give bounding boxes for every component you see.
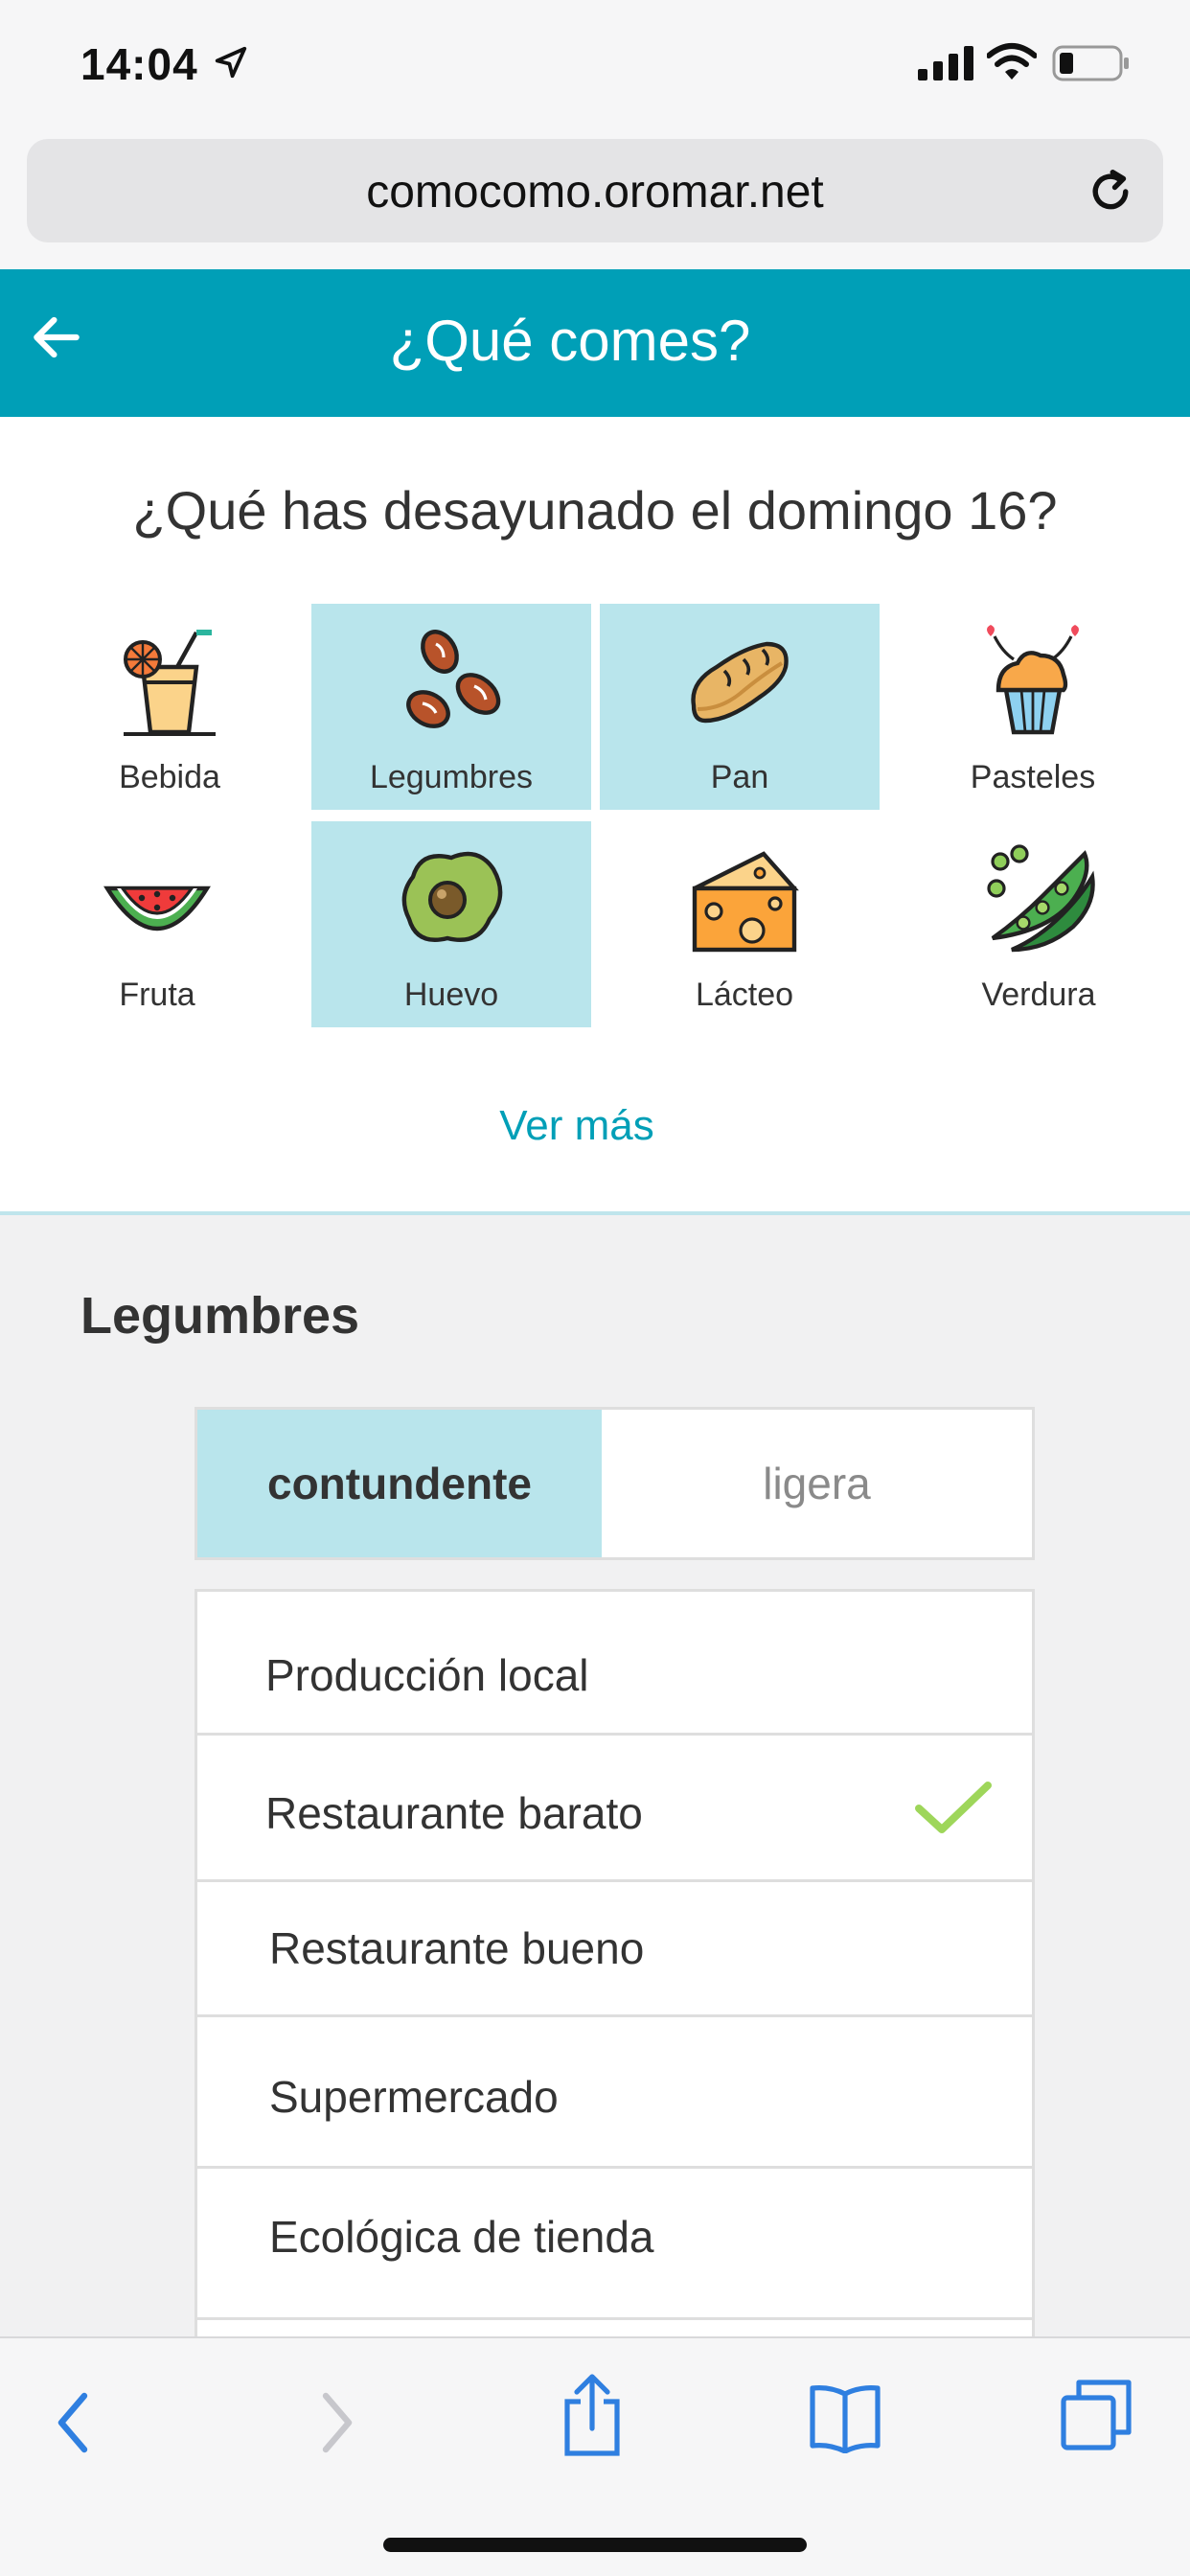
option-row[interactable]: Supermercado <box>197 2017 1032 2169</box>
food-label: Legumbres <box>369 759 534 795</box>
food-tile-verdura[interactable]: Verdura <box>899 821 1179 1027</box>
watermelon-icon <box>103 886 211 931</box>
food-tile-pasteles[interactable]: Pasteles <box>893 604 1173 810</box>
option-label: Producción local <box>265 1650 589 1700</box>
option-label: Restaurante barato <box>265 1788 643 1838</box>
home-indicator[interactable] <box>383 2538 807 2552</box>
share-icon[interactable] <box>561 2371 623 2457</box>
food-label: Fruta <box>119 977 195 1013</box>
beans-icon <box>406 630 501 728</box>
section-title: Legumbres <box>80 1287 360 1345</box>
food-label: Verdura <box>981 977 1096 1013</box>
option-row[interactable]: Restaurante bueno <box>197 1882 1032 2017</box>
forward-chevron-icon[interactable] <box>318 2392 356 2453</box>
cellular-signal-icon <box>918 46 973 80</box>
option-label: Restaurante bueno <box>269 1923 645 1973</box>
status-bar: 14:04 <box>0 0 1190 129</box>
source-options-list: Producción local Restaurante barato Rest… <box>195 1589 1035 2336</box>
check-icon <box>915 1782 992 1833</box>
url-text[interactable]: comocomo.oromar.net <box>27 166 1163 218</box>
question-text: ¿Qué has desayunado el domingo 16? <box>132 480 1058 540</box>
food-tile-fruta[interactable]: Fruta <box>17 821 297 1027</box>
peas-icon <box>987 844 1095 953</box>
address-bar[interactable]: comocomo.oromar.net <box>27 139 1163 242</box>
bookmarks-icon[interactable] <box>807 2382 883 2453</box>
portion-toggle: contundente ligera <box>195 1407 1035 1560</box>
battery-icon <box>1052 45 1129 81</box>
option-row[interactable]: Producción local <box>197 1592 1032 1736</box>
page-title: ¿Qué comes? <box>389 309 751 373</box>
food-tile-huevo[interactable]: Huevo <box>311 821 591 1027</box>
food-tile-lacteo[interactable]: Lácteo <box>605 821 884 1027</box>
back-chevron-icon[interactable] <box>54 2392 92 2453</box>
food-tile-bebida[interactable]: Bebida <box>30 604 309 810</box>
option-label: Supermercado <box>269 2072 559 2122</box>
app-header: ¿Qué comes? <box>0 269 1190 417</box>
food-label: Huevo <box>403 977 499 1013</box>
option-label: Ecológica de tienda <box>269 2212 654 2262</box>
egg-icon <box>401 851 503 942</box>
toggle-contundente[interactable]: contundente <box>197 1410 602 1557</box>
status-time: 14:04 <box>80 39 198 89</box>
wifi-icon <box>987 43 1037 80</box>
food-label: Pan <box>710 759 769 795</box>
toggle-ligera[interactable]: ligera <box>602 1410 1032 1557</box>
food-label: Bebida <box>119 759 220 795</box>
ver-mas-link[interactable]: Ver más <box>0 1102 1154 1150</box>
food-label: Pasteles <box>970 759 1096 795</box>
reload-icon[interactable] <box>1085 166 1136 218</box>
option-row[interactable]: Ecológica de tienda <box>197 2169 1032 2320</box>
tabs-icon[interactable] <box>1060 2379 1133 2451</box>
browser-address-area: comocomo.oromar.net <box>0 129 1190 269</box>
food-tile-legumbres[interactable]: Legumbres <box>311 604 591 810</box>
cheese-icon <box>692 851 799 953</box>
cupcake-icon <box>987 625 1079 735</box>
food-tile-pan[interactable]: Pan <box>600 604 880 810</box>
location-arrow-icon <box>215 46 247 79</box>
option-row[interactable]: Restaurante barato <box>197 1736 1032 1882</box>
drink-icon <box>124 630 216 736</box>
question-panel: ¿Qué has desayunado el domingo 16? Bebid… <box>0 417 1190 1215</box>
food-label: Lácteo <box>695 977 794 1013</box>
bread-icon <box>691 641 789 724</box>
